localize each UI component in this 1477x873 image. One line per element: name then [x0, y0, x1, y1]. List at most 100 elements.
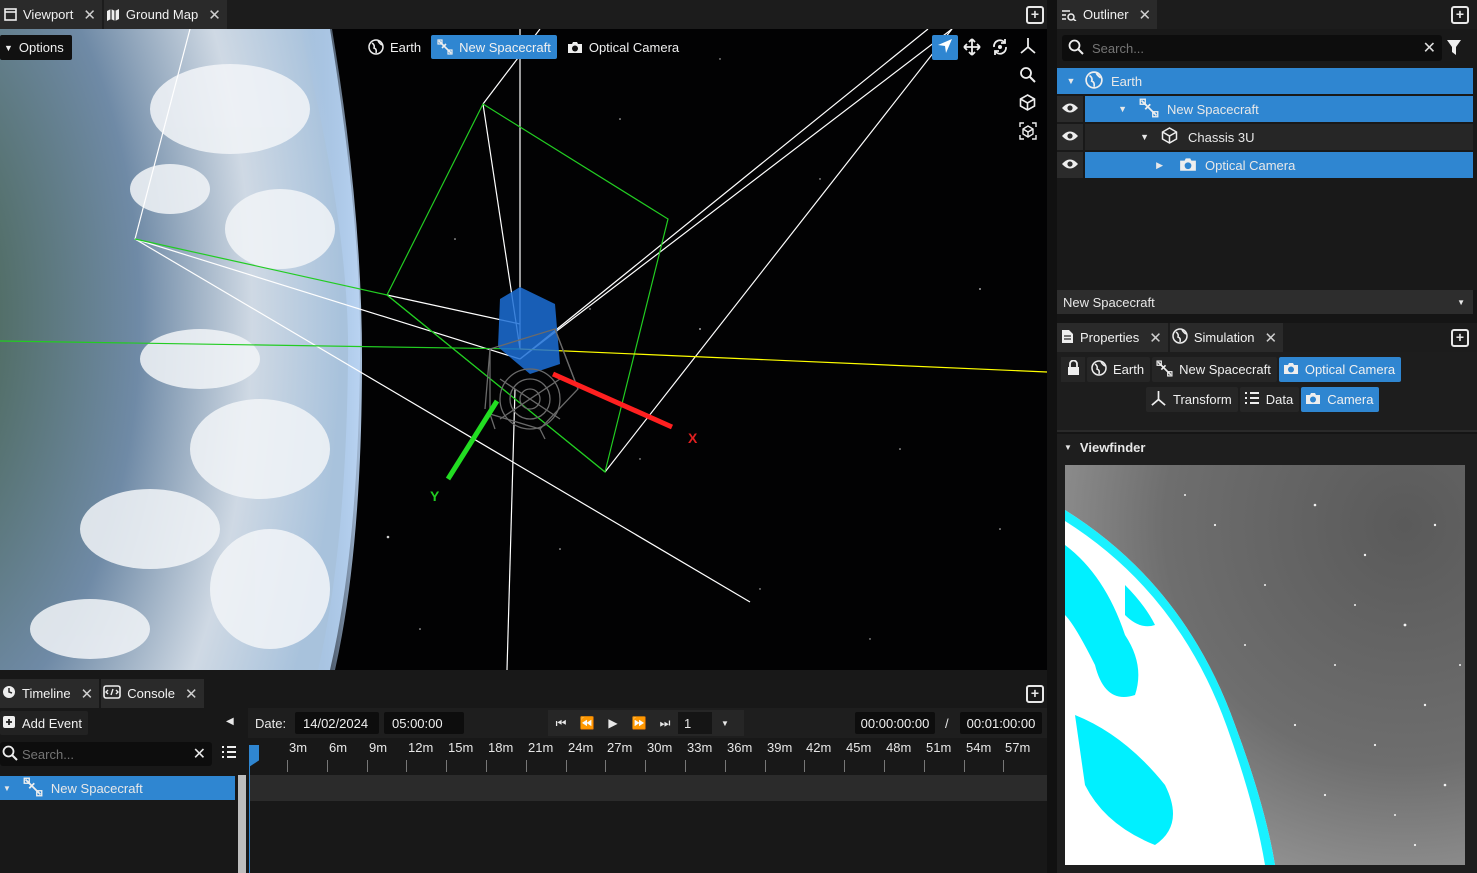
outliner-search-input[interactable] [1092, 40, 1412, 56]
crumb-label: Earth [390, 39, 422, 55]
play-icon[interactable]: ▶ [600, 716, 626, 730]
current-time-display[interactable]: 00:00:00:00 [855, 712, 935, 734]
object-selector-dropdown[interactable]: New Spacecraft ▼ [1057, 290, 1473, 314]
track-row-new-spacecraft[interactable]: ▼ New Spacecraft [0, 776, 235, 800]
expand-arrow-icon[interactable]: ▼ [3, 784, 11, 793]
close-icon[interactable]: ✕ [185, 685, 198, 703]
component-tab-data[interactable]: Data [1239, 387, 1300, 412]
skip-end-icon[interactable]: ⏭ [652, 716, 678, 731]
tree-row-earth[interactable]: ▼ Earth [1057, 68, 1473, 94]
filter-button[interactable] [1446, 39, 1462, 59]
options-dropdown[interactable]: ▼ Options [0, 35, 72, 60]
component-tab-camera[interactable]: Camera [1301, 387, 1380, 412]
track-label: New Spacecraft [50, 780, 143, 796]
properties-tabbar: Properties ✕ Simulation ✕ [1057, 323, 1477, 352]
visibility-toggle[interactable] [1057, 124, 1083, 150]
track-list-button[interactable] [221, 745, 237, 762]
ruler-tick-label: 33m [687, 740, 713, 755]
selector-value: New Spacecraft [1063, 294, 1155, 310]
crumb-optical-camera[interactable]: Optical Camera [561, 35, 685, 59]
add-panel-button[interactable]: + [1451, 6, 1469, 24]
globe-icon [368, 39, 384, 55]
time-input[interactable]: 05:00:00 [384, 712, 464, 734]
visibility-toggle[interactable] [1057, 152, 1083, 178]
tab-ground-map[interactable]: Ground Map ✕ [103, 0, 227, 29]
tab-viewport[interactable]: Viewport ✕ [0, 0, 102, 29]
tab-outliner[interactable]: Outliner ✕ [1057, 0, 1158, 29]
collapse-arrow-icon[interactable]: ◀ [226, 716, 234, 727]
tab-console[interactable]: Console ✕ [101, 679, 204, 708]
panel-divider[interactable] [1047, 0, 1057, 873]
crumb-earth[interactable]: Earth [362, 35, 427, 59]
ruler-tick-label: 6m [329, 740, 348, 755]
tree-label: Chassis 3U [1188, 129, 1255, 145]
timeline-scrollbar[interactable] [238, 775, 246, 873]
path-earth[interactable]: Earth [1087, 357, 1151, 382]
rotate-tool-button[interactable] [991, 38, 1009, 59]
add-panel-button[interactable]: + [1026, 685, 1044, 703]
expand-arrow-icon[interactable]: ▶ [1141, 160, 1163, 171]
lock-button[interactable] [1061, 357, 1085, 382]
component-tabs: Transform Data Camera [1146, 387, 1380, 412]
visibility-toggle[interactable] [1057, 96, 1083, 122]
tab-label: Ground Map [125, 7, 199, 22]
caret-down-icon: ▼ [1457, 297, 1465, 307]
outliner-tabbar: Outliner ✕ [1057, 0, 1477, 29]
path-new-spacecraft[interactable]: New Spacecraft [1152, 357, 1277, 382]
zoom-button[interactable] [1019, 66, 1036, 86]
tree-row-new-spacecraft[interactable]: ▼ New Spacecraft [1057, 96, 1473, 122]
ruler-tick-label: 24m [568, 740, 594, 755]
track-lane[interactable] [250, 775, 1047, 801]
expand-arrow-icon[interactable]: ▼ [1057, 76, 1085, 86]
fast-forward-icon[interactable]: ⏩ [626, 716, 652, 730]
tree-row-chassis-3u[interactable]: ▼ Chassis 3U [1057, 124, 1473, 150]
tab-label: Properties [1080, 330, 1140, 345]
expand-arrow-icon[interactable]: ▼ [1105, 104, 1127, 114]
clear-search-icon[interactable]: ✕ [193, 744, 206, 764]
path-optical-camera[interactable]: Optical Camera [1278, 357, 1402, 382]
ruler-tick-label: 39m [767, 740, 793, 755]
tab-properties[interactable]: Properties ✕ [1057, 323, 1168, 352]
skip-start-icon[interactable]: ⏮ [548, 716, 574, 731]
filter-icon [1446, 40, 1462, 59]
ruler-tick-label: 36m [727, 740, 753, 755]
add-panel-button[interactable]: + [1026, 6, 1044, 24]
speed-input[interactable]: 1 [678, 712, 712, 734]
tree-row-optical-camera[interactable]: ▶ Optical Camera [1057, 152, 1473, 178]
viewport-3d[interactable]: X Y ▼ Options Earth New Spacecraft Optic… [0, 29, 1047, 670]
axes-tool-button[interactable] [1019, 37, 1037, 58]
close-icon[interactable]: ✕ [81, 685, 94, 703]
clear-search-icon[interactable]: ✕ [1423, 38, 1436, 58]
view-cube-button[interactable] [1019, 94, 1036, 114]
timeline-search[interactable]: ✕ [0, 742, 212, 766]
path-label: Optical Camera [1304, 362, 1396, 377]
ruler-tick-label: 21m [528, 740, 554, 755]
close-icon[interactable]: ✕ [83, 6, 96, 24]
move-tool-button[interactable] [963, 38, 981, 59]
ruler-tick-line [964, 760, 965, 772]
add-event-button[interactable]: Add Event [0, 711, 88, 735]
tab-timeline[interactable]: Timeline ✕ [0, 679, 100, 708]
component-tab-transform[interactable]: Transform [1146, 387, 1238, 412]
ruler-tick-line [685, 760, 686, 772]
crumb-new-spacecraft[interactable]: New Spacecraft [431, 35, 557, 59]
eye-icon [1061, 158, 1079, 173]
rewind-icon[interactable]: ⏪ [574, 716, 600, 730]
close-icon[interactable]: ✕ [1149, 329, 1162, 347]
navigate-tool-button[interactable] [932, 35, 958, 60]
crumb-label: Optical Camera [588, 39, 680, 55]
tab-simulation[interactable]: Simulation ✕ [1169, 323, 1284, 352]
outliner-search[interactable]: ✕ [1062, 35, 1442, 61]
close-icon[interactable]: ✕ [208, 6, 221, 24]
focus-object-button[interactable] [1019, 122, 1037, 143]
viewfinder-header[interactable]: ▼ Viewfinder [1064, 440, 1145, 455]
caret-down-icon[interactable]: ▼ [712, 719, 738, 728]
end-time-input[interactable]: 00:01:00:00 [960, 712, 1042, 734]
ruler-tick-line [884, 760, 885, 772]
close-icon[interactable]: ✕ [1139, 6, 1152, 24]
close-icon[interactable]: ✕ [1265, 329, 1278, 347]
expand-arrow-icon[interactable]: ▼ [1127, 132, 1149, 142]
date-input[interactable]: 14/02/2024 [295, 712, 379, 734]
timeline-search-input[interactable] [22, 746, 182, 762]
add-panel-button[interactable]: + [1451, 329, 1469, 347]
